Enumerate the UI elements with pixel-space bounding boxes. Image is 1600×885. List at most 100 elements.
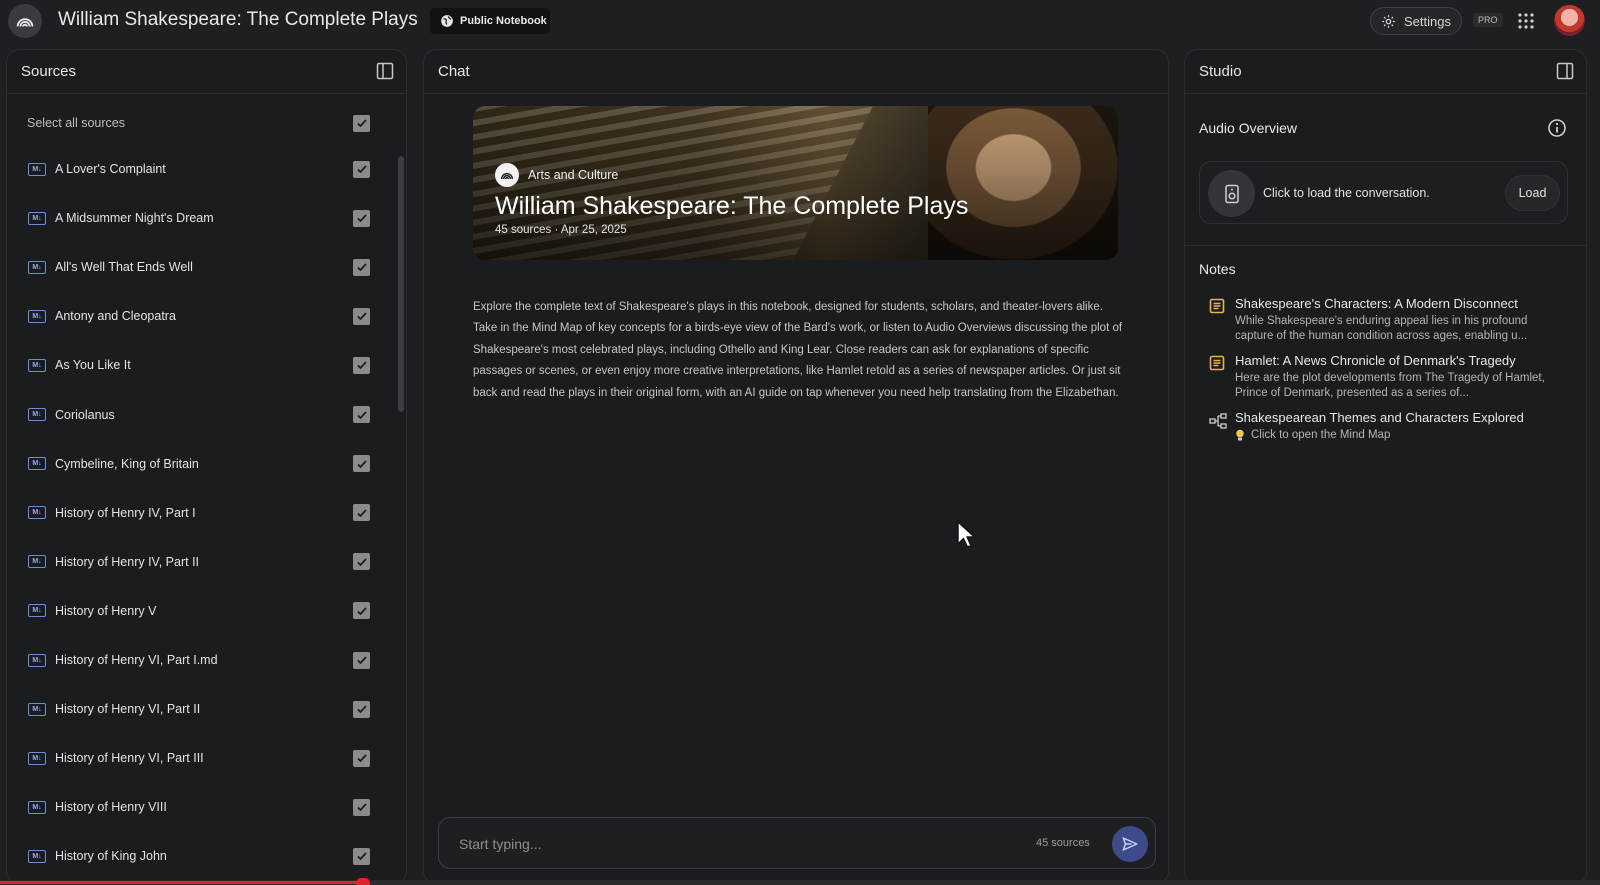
markdown-file-icon: M↓	[28, 457, 46, 471]
send-button[interactable]	[1112, 826, 1148, 862]
note-title: Shakespearean Themes and Characters Expl…	[1235, 410, 1524, 425]
source-checkbox[interactable]	[353, 504, 370, 522]
source-item[interactable]: M↓ History of Henry IV, Part II	[7, 537, 397, 587]
source-checkbox[interactable]	[353, 307, 370, 325]
pro-badge: PRO	[1473, 13, 1503, 27]
source-item[interactable]: M↓ History of Henry VI, Part I.md	[7, 635, 397, 685]
source-label: History of Henry VIII	[55, 800, 167, 815]
sources-header: Sources	[7, 50, 406, 94]
markdown-file-icon: M↓	[28, 211, 46, 225]
source-label: A Midsummer Night's Dream	[55, 211, 214, 226]
sources-list: Select all sources M↓ A Lover's Complaint…	[7, 94, 397, 884]
source-item[interactable]: M↓ Coriolanus	[7, 390, 397, 440]
source-checkbox[interactable]	[353, 356, 370, 374]
source-label: History of Henry VI, Part II	[55, 702, 201, 717]
source-label: Cymbeline, King of Britain	[55, 456, 199, 471]
hero-title: William Shakespeare: The Complete Plays	[495, 192, 969, 220]
source-checkbox[interactable]	[353, 258, 370, 276]
source-checkbox[interactable]	[353, 553, 370, 571]
source-checkbox[interactable]	[353, 602, 370, 620]
source-label: History of King John	[55, 849, 167, 864]
video-progress-bar[interactable]	[0, 881, 362, 884]
markdown-file-icon: M↓	[28, 800, 46, 814]
markdown-file-icon: M↓	[28, 260, 46, 274]
markdown-file-icon: M↓	[28, 408, 46, 421]
source-label: Antony and Cleopatra	[55, 309, 176, 324]
source-checkbox[interactable]	[353, 209, 370, 227]
avatar[interactable]	[1554, 5, 1585, 36]
apps-grid-icon[interactable]	[1517, 12, 1535, 30]
speaker-icon	[1224, 184, 1239, 203]
source-checkbox[interactable]	[353, 455, 370, 473]
audio-overview-card: Click to load the conversation. Load	[1199, 161, 1568, 224]
source-item[interactable]: M↓ History of Henry V	[7, 586, 397, 636]
source-label: A Lover's Complaint	[55, 162, 166, 176]
lightbulb-icon	[1236, 429, 1244, 441]
collapse-panel-icon[interactable]	[376, 62, 394, 80]
note-icon	[1209, 298, 1225, 314]
select-all-row[interactable]: Select all sources	[7, 98, 397, 148]
source-item[interactable]: M↓ History of Henry VI, Part II	[7, 684, 397, 734]
markdown-file-icon: M↓	[28, 751, 46, 765]
hero-category: Arts and Culture	[528, 168, 619, 182]
source-checkbox[interactable]	[353, 160, 370, 178]
note-item[interactable]: Hamlet: A News Chronicle of Denmark's Tr…	[1199, 353, 1574, 403]
notebook-title[interactable]: William Shakespeare: The Complete Plays	[58, 9, 418, 31]
globe-icon	[441, 15, 453, 27]
video-progress-handle[interactable]	[356, 878, 370, 885]
composer-source-count: 45 sources	[1036, 837, 1090, 849]
source-checkbox[interactable]	[353, 651, 370, 669]
public-notebook-label: Public Notebook	[460, 15, 547, 27]
collapse-panel-icon[interactable]	[1556, 62, 1574, 80]
source-item[interactable]: M↓ A Midsummer Night's Dream	[7, 193, 397, 243]
studio-header: Studio	[1185, 50, 1586, 94]
source-item[interactable]: M↓ History of King John	[7, 831, 397, 881]
source-label: History of Henry VI, Part III	[55, 751, 204, 766]
source-item[interactable]: M↓ Cymbeline, King of Britain	[7, 439, 397, 489]
hero-meta: 45 sources · Apr 25, 2025	[495, 224, 627, 236]
public-notebook-badge[interactable]: Public Notebook	[430, 8, 550, 34]
gear-icon	[1382, 14, 1395, 28]
mouse-cursor-icon	[957, 521, 976, 548]
audio-load-icon-button[interactable]	[1208, 170, 1255, 217]
source-item[interactable]: M↓ History of Henry IV, Part I	[7, 488, 397, 538]
notebook-description: Explore the complete text of Shakespeare…	[473, 301, 1123, 399]
source-item[interactable]: M↓ As You Like It	[7, 340, 397, 390]
source-checkbox[interactable]	[353, 749, 370, 767]
note-item[interactable]: Shakespeare's Characters: A Modern Disco…	[1199, 296, 1574, 346]
markdown-file-icon: M↓	[28, 506, 46, 520]
source-checkbox[interactable]	[353, 700, 370, 718]
sources-scrollbar[interactable]	[398, 156, 404, 412]
source-item[interactable]: M↓ Antony and Cleopatra	[7, 291, 397, 341]
source-label: Coriolanus	[55, 407, 115, 422]
note-body: Here are the plot developments from The …	[1235, 372, 1545, 399]
source-label: All's Well That Ends Well	[55, 260, 193, 275]
load-button[interactable]: Load	[1505, 175, 1560, 211]
studio-panel: Studio Audio Overview Click to load the …	[1184, 49, 1587, 885]
source-item[interactable]: M↓ All's Well That Ends Well	[7, 242, 397, 292]
select-all-label: Select all sources	[27, 116, 125, 130]
notebook-logo-icon[interactable]	[8, 4, 42, 38]
source-label: History of Henry VI, Part I.md	[55, 653, 218, 667]
note-body: While Shakespeare's enduring appeal lies…	[1235, 315, 1528, 342]
source-checkbox[interactable]	[353, 798, 370, 816]
select-all-checkbox[interactable]	[353, 114, 370, 132]
source-item[interactable]: M↓ History of Henry VI, Part III	[7, 733, 397, 783]
source-item[interactable]: M↓ A Lover's Complaint	[7, 144, 397, 194]
source-checkbox[interactable]	[353, 406, 370, 423]
notes-title: Notes	[1199, 261, 1236, 277]
note-title: Shakespeare's Characters: A Modern Disco…	[1235, 296, 1518, 311]
chat-input[interactable]	[459, 832, 979, 856]
settings-button[interactable]: Settings	[1370, 7, 1462, 35]
source-item[interactable]: M↓ History of Henry VIII	[7, 782, 397, 832]
source-checkbox[interactable]	[353, 847, 370, 865]
mind-map-item[interactable]: Shakespearean Themes and Characters Expl…	[1199, 410, 1574, 444]
markdown-file-icon: M↓	[28, 604, 46, 618]
source-label: History of Henry IV, Part I	[55, 505, 196, 520]
markdown-file-icon: M↓	[28, 702, 46, 716]
audio-card-text: Click to load the conversation.	[1263, 186, 1430, 200]
info-icon[interactable]	[1547, 118, 1567, 138]
source-label: As You Like It	[55, 358, 131, 373]
markdown-file-icon: M↓	[28, 309, 46, 323]
source-label: History of Henry V	[55, 603, 157, 618]
